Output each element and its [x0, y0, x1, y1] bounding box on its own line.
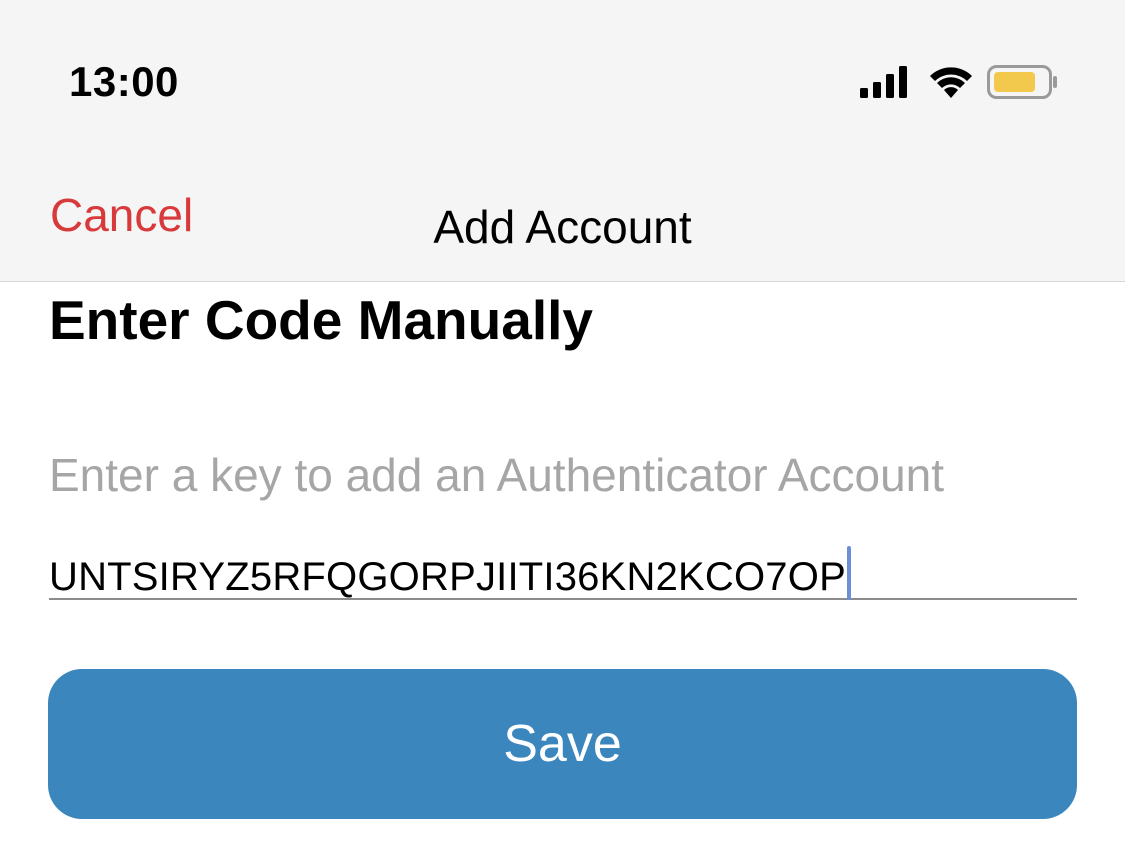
key-input-value: UNTSIRYZ5RFQGORPJIITI36KN2KCO7OP: [49, 546, 851, 600]
key-input-text: UNTSIRYZ5RFQGORPJIITI36KN2KCO7OP: [49, 555, 846, 599]
key-field-label: Enter a key to add an Authenticator Acco…: [49, 449, 945, 501]
navigation-header: 13:00 Cancel Add Account: [0, 0, 1125, 282]
page-heading: Enter Code Manually: [49, 289, 593, 351]
key-input[interactable]: UNTSIRYZ5RFQGORPJIITI36KN2KCO7OP: [49, 540, 1077, 600]
text-caret: [846, 546, 851, 600]
add-account-screen: 13:00 Cancel Add Account Enter Code Manu…: [0, 0, 1125, 849]
cellular-signal-icon: [860, 66, 907, 98]
nav-title: Add Account: [433, 201, 692, 253]
battery-icon: [987, 65, 1057, 99]
status-time: 13:00: [69, 58, 179, 105]
save-button[interactable]: Save: [48, 669, 1077, 819]
wifi-icon: [930, 67, 972, 98]
